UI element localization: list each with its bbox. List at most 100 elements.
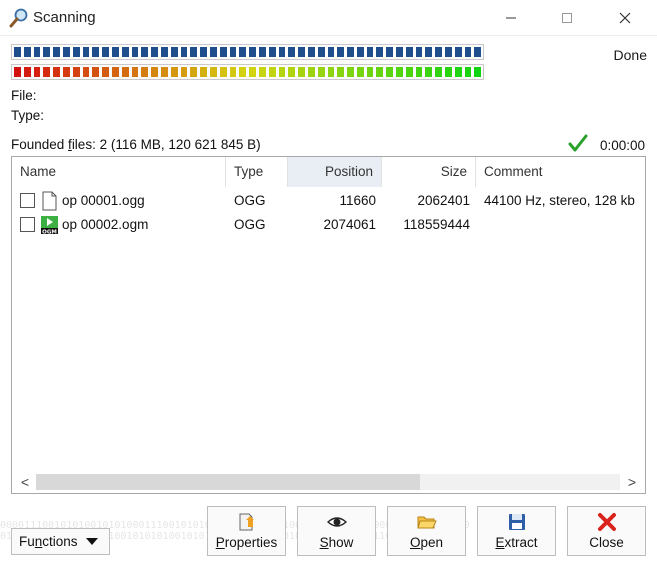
folder-open-icon (417, 516, 437, 529)
file-type: OGG (234, 193, 266, 208)
level-segment (258, 67, 266, 77)
level-segment (53, 67, 60, 77)
progress-segment (249, 47, 256, 57)
level-segment (239, 67, 247, 77)
row-checkbox[interactable] (20, 217, 35, 232)
floppy-disk-icon (509, 514, 525, 530)
found-files-list[interactable]: Name Type Position Size Comment op 00001… (11, 156, 646, 494)
ogm-video-icon: OGM (41, 216, 58, 235)
progress-segment (347, 47, 354, 57)
progress-segment (121, 47, 129, 57)
column-header-size[interactable]: Size (382, 157, 476, 187)
progress-segment (209, 47, 217, 57)
functions-dropdown-button[interactable]: Fu n ctions (11, 528, 110, 555)
level-segment (288, 67, 296, 77)
progress-segment (396, 47, 403, 57)
progress-segment (376, 47, 384, 57)
scroll-left-icon[interactable]: < (16, 473, 34, 491)
level-segment (415, 67, 423, 77)
level-segment (386, 67, 394, 77)
level-segment (396, 67, 403, 77)
type-label: Type: (11, 108, 45, 123)
progress-segment (72, 47, 80, 57)
progress-segment (317, 47, 325, 57)
magnifier-icon (9, 8, 28, 28)
level-segment (121, 67, 129, 77)
level-segment (474, 67, 482, 77)
level-segment (219, 67, 227, 77)
progress-segment (92, 47, 100, 57)
progress-segment (474, 47, 482, 57)
close-button[interactable]: Close (567, 506, 646, 556)
founded-files-summary: Founded files: 2 (116 MB, 120 621 845 B) (11, 137, 261, 152)
progress-segment (327, 47, 335, 57)
maximize-button[interactable] (554, 6, 580, 30)
window-close-button[interactable] (612, 6, 638, 30)
level-progress-bar (11, 64, 484, 80)
progress-segment (258, 47, 266, 57)
maximize-icon (562, 13, 572, 23)
file-type: OGG (234, 217, 266, 232)
level-segment (298, 67, 305, 77)
progress-segment (366, 47, 374, 57)
horizontal-scrollbar[interactable]: < > (12, 471, 645, 493)
level-segment (209, 67, 217, 77)
level-segment (102, 67, 109, 77)
level-segment (317, 67, 325, 77)
level-segment (278, 67, 286, 77)
progress-segment (141, 47, 149, 57)
close-icon (619, 12, 631, 24)
progress-segment (62, 47, 70, 57)
table-row[interactable]: op 00001.ogg OGG 11660 2062401 44100 Hz,… (12, 189, 645, 213)
progress-segment (445, 47, 452, 57)
status-label: Done (613, 47, 647, 63)
level-segment (464, 67, 472, 77)
column-header-position[interactable]: Position (288, 157, 382, 187)
column-header-type[interactable]: Type (226, 157, 288, 187)
row-checkbox[interactable] (20, 193, 35, 208)
level-segment (229, 67, 237, 77)
progress-segment (219, 47, 227, 57)
scroll-thumb[interactable] (36, 474, 420, 490)
progress-segment (288, 47, 296, 57)
file-size: 2062401 (417, 193, 470, 208)
level-segment (33, 67, 41, 77)
progress-segment (239, 47, 247, 57)
eye-icon (327, 517, 347, 527)
level-segment (72, 67, 80, 77)
properties-button[interactable]: Properties (207, 506, 286, 556)
level-segment (435, 67, 443, 77)
progress-segment (33, 47, 41, 57)
file-comment: 44100 Hz, stereo, 128 kb (484, 193, 635, 208)
extract-button[interactable]: Extract (477, 506, 556, 556)
level-segment (180, 67, 188, 77)
scroll-right-icon[interactable]: > (623, 473, 641, 491)
table-row[interactable]: OGM op 00002.ogm OGG 2074061 118559444 (12, 213, 645, 237)
column-header-name[interactable]: Name (12, 157, 226, 187)
file-name: op 00002.ogm (62, 217, 149, 232)
progress-segment (82, 47, 90, 57)
level-segment (92, 67, 100, 77)
level-segment (376, 67, 384, 77)
level-segment (425, 67, 433, 77)
minimize-button[interactable] (498, 6, 524, 30)
level-segment (141, 67, 149, 77)
progress-segment (160, 47, 168, 57)
open-button[interactable]: Open (387, 506, 466, 556)
progress-segment (356, 47, 364, 57)
elapsed-time: 0:00:00 (599, 138, 645, 153)
level-segment (347, 67, 354, 77)
file-size: 118559444 (403, 217, 470, 232)
progress-segment (170, 47, 178, 57)
progress-segment (268, 47, 276, 57)
svg-text:OGM: OGM (42, 229, 57, 235)
progress-segment (111, 47, 119, 57)
level-segment (356, 67, 364, 77)
level-segment (190, 67, 198, 77)
level-segment (327, 67, 335, 77)
show-button[interactable]: Show (297, 506, 376, 556)
dropdown-arrow-icon (85, 538, 98, 545)
progress-segment (464, 47, 472, 57)
column-header-comment[interactable]: Comment (476, 157, 645, 187)
checkmark-icon (568, 134, 588, 152)
